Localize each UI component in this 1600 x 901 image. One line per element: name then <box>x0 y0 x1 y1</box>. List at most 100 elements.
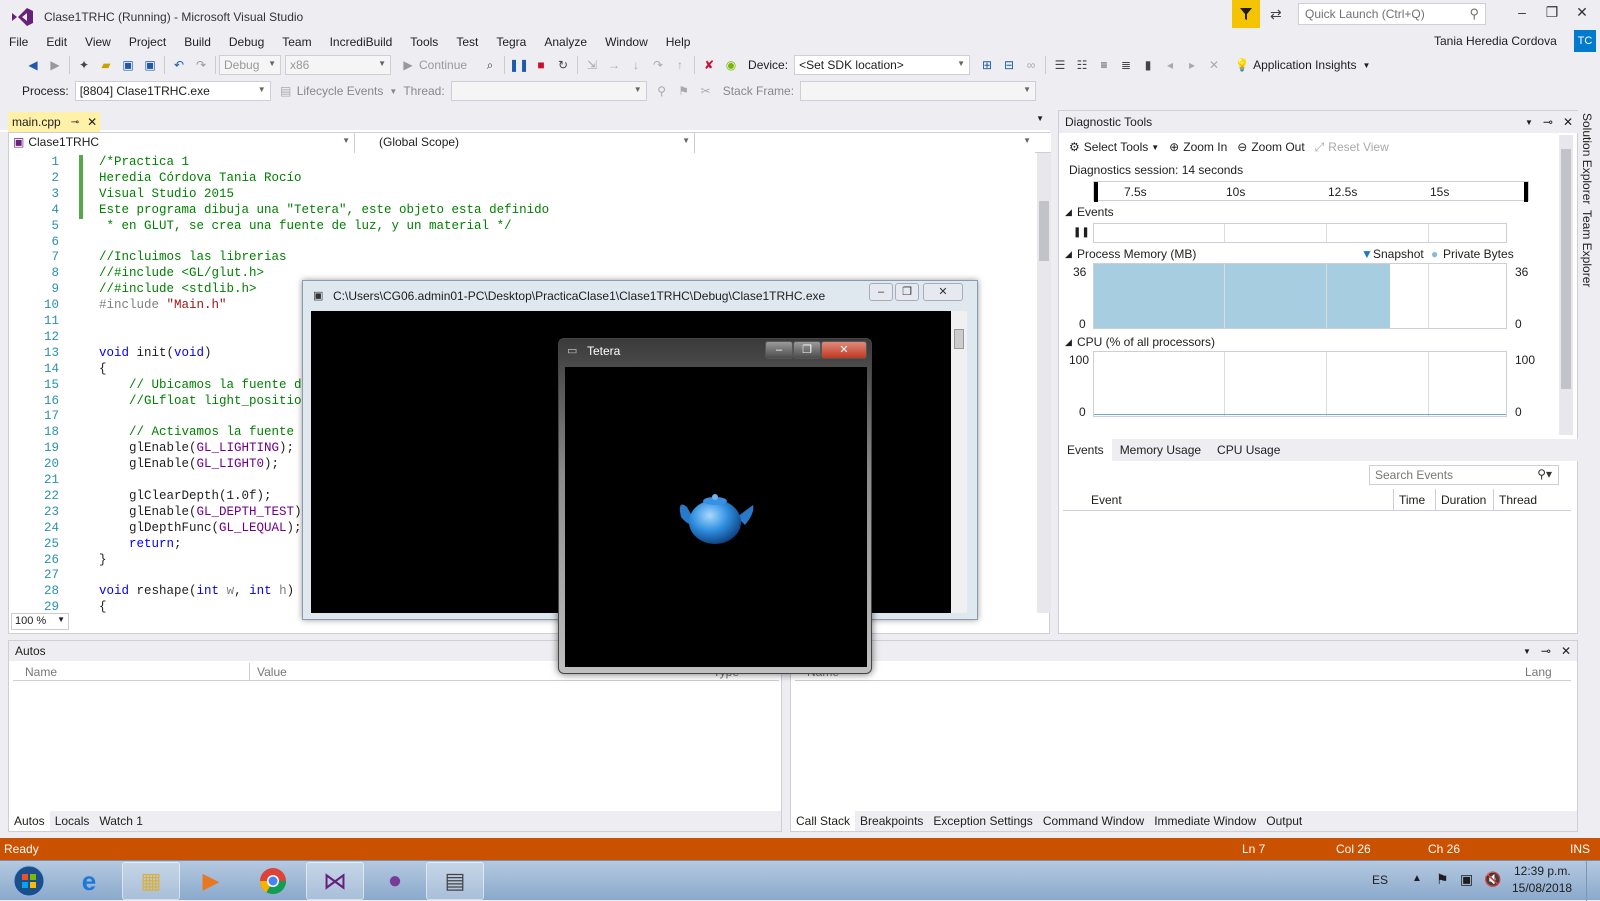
collapse-icon[interactable]: ◢ <box>1065 337 1072 348</box>
zoom-in-button[interactable]: Zoom In <box>1183 140 1227 154</box>
thread-select[interactable]: ▼ <box>450 81 647 101</box>
pause-icon[interactable]: ❚❚ <box>1073 227 1090 238</box>
code-line[interactable]: //GLfloat light_position <box>99 394 309 410</box>
step-out-icon[interactable]: ↷ <box>649 56 667 74</box>
column-value[interactable]: Value <box>257 665 287 679</box>
undo-icon[interactable]: ↶ <box>170 56 188 74</box>
bookmark-icon[interactable]: ▮ <box>1139 56 1157 74</box>
tab-memory-usage[interactable]: Memory Usage <box>1112 439 1209 461</box>
column-divider[interactable] <box>1393 489 1394 511</box>
tab-autos[interactable]: Autos <box>9 811 50 831</box>
stop-debugging-icon[interactable]: ■ <box>532 56 550 74</box>
column-divider[interactable] <box>1435 489 1436 511</box>
internet-explorer-icon[interactable]: e <box>60 862 118 900</box>
maximize-button[interactable]: ❐ <box>895 283 919 301</box>
file-explorer-icon[interactable]: ▦ <box>122 862 180 900</box>
break-all-icon[interactable]: ❚❚ <box>509 56 529 74</box>
teapot-window[interactable]: ▭ Tetera – ❐ ✕ <box>558 338 872 674</box>
code-line[interactable]: void reshape(int w, int h) <box>99 584 294 600</box>
code-line[interactable]: * en GLUT, se crea una fuente de luz, y … <box>99 219 512 235</box>
tab-cpu-usage[interactable]: CPU Usage <box>1209 439 1288 461</box>
opengl-canvas[interactable] <box>565 367 867 667</box>
detach-icon[interactable]: ⊟ <box>1000 56 1018 74</box>
redo-icon[interactable]: ↷ <box>192 56 210 74</box>
media-player-icon[interactable]: ▶ <box>182 862 240 900</box>
open-file-icon[interactable]: ▰ <box>97 56 115 74</box>
zoom-out-button[interactable]: Zoom Out <box>1251 140 1304 154</box>
pin-icon[interactable]: ⊸ <box>1543 115 1553 129</box>
solution-explorer-tab[interactable]: Solution Explorer <box>1578 110 1596 207</box>
zoom-select[interactable]: 100 % ▼ <box>11 613 69 630</box>
close-button[interactable]: ✕ <box>923 283 963 301</box>
menu-build[interactable]: Build <box>175 32 220 52</box>
tab-locals[interactable]: Locals <box>50 811 95 831</box>
chrome-icon[interactable] <box>244 862 302 900</box>
save-all-icon[interactable]: ▣ <box>141 56 159 74</box>
menu-help[interactable]: Help <box>657 32 700 52</box>
lifecycle-events-button[interactable]: Lifecycle Events <box>297 84 384 98</box>
code-line[interactable]: glClearDepth(1.0f); <box>99 489 272 505</box>
code-line[interactable]: } <box>99 553 107 569</box>
search-events-input[interactable]: Search Events ⚲▾ <box>1369 465 1559 485</box>
tab-immediate-window[interactable]: Immediate Window <box>1149 811 1261 831</box>
application-insights-button[interactable]: Application Insights <box>1253 58 1356 72</box>
code-line[interactable]: Visual Studio 2015 <box>99 187 234 203</box>
pin-icon[interactable]: ⊸ <box>71 117 79 128</box>
show-desktop-button[interactable] <box>1586 861 1600 901</box>
attach-icon[interactable]: ⊞ <box>978 56 996 74</box>
continue-icon[interactable]: ▶ <box>399 56 417 74</box>
scrollbar-thumb[interactable] <box>954 329 964 349</box>
breakpoints-icon[interactable]: ✘ <box>700 56 718 74</box>
code-line[interactable]: void init(void) <box>99 346 212 362</box>
column-time[interactable]: Time <box>1399 493 1425 507</box>
tab-events[interactable]: Events <box>1059 439 1112 461</box>
menu-team[interactable]: Team <box>273 32 320 52</box>
timeline-end-marker[interactable] <box>1524 182 1528 202</box>
code-line[interactable]: //#include <GL/glut.h> <box>99 266 264 282</box>
chevron-down-icon[interactable]: ▼ <box>1036 114 1044 123</box>
close-icon[interactable]: ✕ <box>1563 115 1573 129</box>
close-icon[interactable]: ✕ <box>1561 644 1571 658</box>
code-line[interactable]: glDepthFunc(GL_LEQUAL); <box>99 521 302 537</box>
menu-debug[interactable]: Debug <box>220 32 273 52</box>
device-select[interactable]: <Set SDK location> ▼ <box>794 55 971 75</box>
outdent-icon[interactable]: ≣ <box>1117 56 1135 74</box>
member-select[interactable]: ▼ <box>695 132 1035 153</box>
menu-tools[interactable]: Tools <box>401 32 447 52</box>
new-project-icon[interactable]: ✦ <box>75 56 93 74</box>
action-center-flag-icon[interactable]: ⚑ <box>1436 871 1449 888</box>
show-hidden-icons-icon[interactable]: ▲ <box>1412 873 1422 884</box>
user-name[interactable]: Tania Heredia Cordova <box>1434 34 1557 48</box>
platform-select[interactable]: x86 ▼ <box>285 55 391 75</box>
maximize-button[interactable]: ❐ <box>1538 4 1566 26</box>
code-line[interactable]: // Activamos la fuente d <box>99 425 309 441</box>
menu-view[interactable]: View <box>76 32 120 52</box>
nvidia-icon[interactable]: ◉ <box>722 56 740 74</box>
timeline-start-marker[interactable] <box>1094 182 1098 202</box>
close-button[interactable]: ✕ <box>821 341 867 359</box>
events-track[interactable] <box>1093 223 1507 243</box>
glasses-icon[interactable]: ∞ <box>1022 56 1040 74</box>
code-line[interactable]: glEnable(GL_LIGHT0); <box>99 457 279 473</box>
configuration-select[interactable]: Debug ▼ <box>219 55 281 75</box>
quick-launch-input[interactable]: Quick Launch (Ctrl+Q) ⚲ <box>1298 3 1486 25</box>
close-button[interactable]: ✕ <box>1568 4 1596 26</box>
show-threads-icon[interactable]: ✂ <box>697 82 715 100</box>
code-line[interactable]: glEnable(GL_LIGHTING); <box>99 441 294 457</box>
next-bookmark-icon[interactable]: ▸ <box>1183 56 1201 74</box>
chevron-down-icon[interactable]: ▼ <box>1151 143 1159 152</box>
language-indicator[interactable]: ES <box>1372 873 1388 887</box>
comment-icon[interactable]: ☰ <box>1051 56 1069 74</box>
code-line[interactable]: return; <box>99 537 182 553</box>
chevron-down-icon[interactable]: ▼ <box>1525 118 1533 127</box>
minimize-button[interactable]: – <box>1508 4 1536 26</box>
tab-main-cpp[interactable]: main.cpp ⊸ ✕ <box>8 112 100 132</box>
tab-output[interactable]: Output <box>1261 811 1307 831</box>
app-icon[interactable]: ● <box>366 862 424 900</box>
column-name[interactable]: Name <box>25 665 57 679</box>
collapse-icon[interactable]: ◢ <box>1065 207 1072 218</box>
chevron-down-icon[interactable]: ▼ <box>389 87 397 96</box>
process-select[interactable]: [8804] Clase1TRHC.exe ▼ <box>74 81 271 101</box>
visual-studio-icon[interactable]: ⋈ <box>306 862 364 900</box>
column-event[interactable]: Event <box>1091 493 1122 507</box>
